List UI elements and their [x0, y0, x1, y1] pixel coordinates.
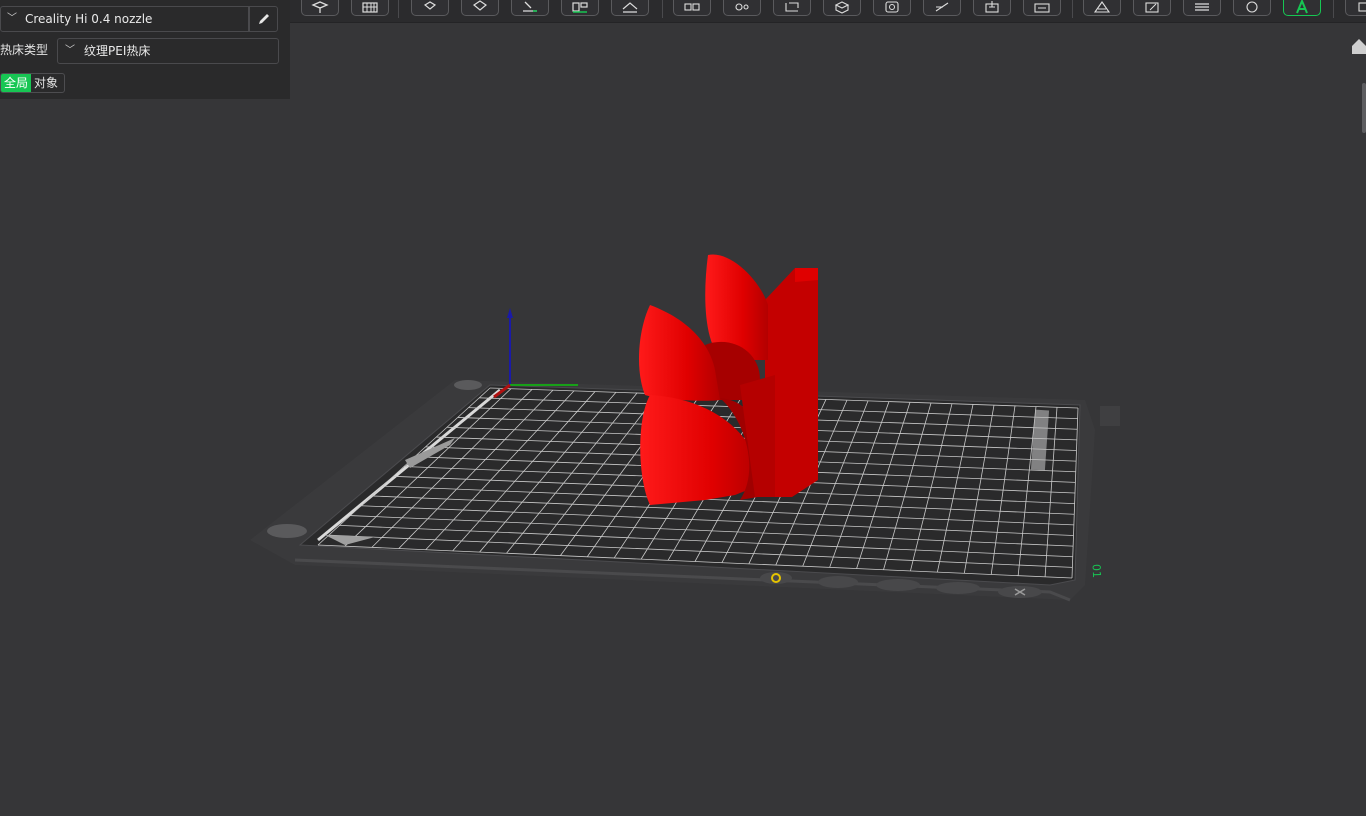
- scrollbar[interactable]: [1362, 83, 1366, 133]
- home-icon[interactable]: [1352, 39, 1366, 54]
- 3d-viewport[interactable]: 01: [0, 0, 1366, 816]
- viewport-canvas[interactable]: 01: [0, 0, 1366, 816]
- svg-text:01: 01: [1090, 564, 1103, 578]
- plate-number-icon: 01: [1090, 564, 1103, 578]
- model-object[interactable]: [638, 254, 818, 505]
